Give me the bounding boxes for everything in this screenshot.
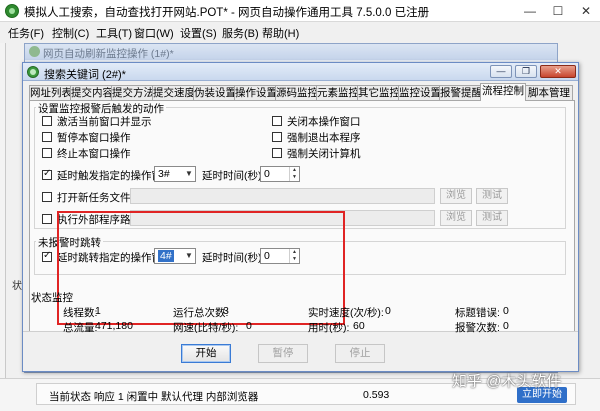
force-shutdown-checkbox[interactable] <box>272 148 282 158</box>
task-file-browse-button[interactable]: 浏览 <box>440 188 472 204</box>
background-side-label: 状 <box>12 281 22 292</box>
menu-control[interactable]: 控制(C) <box>52 25 89 41</box>
activate-window-checkbox[interactable] <box>42 116 52 126</box>
tab-url-list[interactable]: 网址列表 <box>29 85 72 100</box>
dialog-title-bar: 搜索关键词 (2#)* — ❐ ✕ <box>23 63 578 81</box>
trigger-delay-label: 延时时间(秒): <box>202 170 265 182</box>
stat-time-value: 60 <box>353 320 365 332</box>
tab-element-monitor[interactable]: 元素监控 <box>316 85 359 100</box>
open-task-file-checkbox[interactable] <box>42 192 52 202</box>
status-text: 当前状态 响应 1 闲置中 默认代理 内部浏览器 <box>49 391 259 403</box>
force-exit-checkbox[interactable] <box>272 132 282 142</box>
program-browse-button[interactable]: 浏览 <box>440 210 472 226</box>
tab-submit-content[interactable]: 提交内容 <box>70 85 113 100</box>
main-title-bar: 模拟人工搜索，自动查找打开网站.POT* - 网页自动操作通用工具 7.5.0.… <box>0 0 600 22</box>
dialog-app-icon <box>27 66 39 78</box>
background-window-icon <box>29 46 40 57</box>
stat-runs-label: 运行总次数: <box>173 307 229 319</box>
open-task-file-label: 打开新任务文件 <box>57 192 131 204</box>
menu-tools[interactable]: 工具(T) <box>96 25 132 41</box>
tab-other-monitor[interactable]: 其它监控 <box>357 85 400 100</box>
menu-help[interactable]: 帮助(H) <box>262 25 299 41</box>
close-window-label: 关闭本操作窗口 <box>287 116 361 128</box>
trigger-window-value: 3# <box>158 168 170 180</box>
background-window-title-bar: 网页自动刷新监控操作 (1#)* <box>25 44 557 60</box>
background-window-title: 网页自动刷新监控操作 (1#)* <box>43 48 174 60</box>
stat-runs-value: 3 <box>223 305 229 317</box>
tab-alarm[interactable]: 报警提醒 <box>439 85 482 100</box>
run-program-checkbox[interactable] <box>42 214 52 224</box>
minimize-icon[interactable]: — <box>516 0 544 22</box>
stat-threads-label: 线程数: <box>63 307 98 319</box>
menu-bar: 任务(F) 控制(C) 工具(T) 窗口(W) 设置(S) 服务(B) 帮助(H… <box>0 22 600 42</box>
tab-bar: 网址列表 提交内容 提交方法 提交速度 伪装设置 操作设置 源码监控 元素监控 … <box>29 83 575 101</box>
main-window: 模拟人工搜索，自动查找打开网站.POT* - 网页自动操作通用工具 7.5.0.… <box>0 0 600 411</box>
stat-threads-value: 1 <box>95 305 101 317</box>
stop-window-label: 终止本窗口操作 <box>57 148 131 160</box>
menu-task[interactable]: 任务(F) <box>8 25 44 41</box>
dialog-minimize-icon[interactable]: — <box>490 65 512 78</box>
app-logo-icon <box>5 4 19 18</box>
dialog-title: 搜索关键词 (2#)* <box>44 69 126 81</box>
tab-monitor-settings[interactable]: 监控设置 <box>398 85 441 100</box>
status-monitor-title: 状态监控 <box>31 292 73 304</box>
stat-alarm-count-value: 0 <box>503 320 509 332</box>
tab-operation[interactable]: 操作设置 <box>234 85 277 100</box>
delay-jump-checkbox[interactable] <box>42 250 52 262</box>
force-exit-label: 强制退出本程序 <box>287 132 361 144</box>
dialog-restore-icon[interactable]: ❐ <box>515 65 537 78</box>
close-window-checkbox[interactable] <box>272 116 282 126</box>
stat-netspeed-value: 0 <box>246 320 252 332</box>
menu-window[interactable]: 窗口(W) <box>134 25 174 41</box>
trigger-window-select[interactable]: 3# ▼ <box>154 166 196 182</box>
stop-window-checkbox[interactable] <box>42 148 52 158</box>
tab-disguise[interactable]: 伪装设置 <box>193 85 236 100</box>
tab-flow-control[interactable]: 流程控制 <box>480 83 526 101</box>
close-icon[interactable]: ✕ <box>572 0 600 22</box>
stat-alarm-count-label: 报警次数: <box>455 322 500 334</box>
tab-script[interactable]: 脚本管理 <box>525 85 573 100</box>
stat-netspeed-label: 网速(比特/秒): <box>173 322 239 334</box>
force-shutdown-label: 强制关闭计算机 <box>287 148 361 160</box>
search-keyword-dialog: 搜索关键词 (2#)* — ❐ ✕ 网址列表 提交内容 提交方法 提交速度 伪装… <box>22 62 579 372</box>
stat-title-error-label: 标题错误: <box>455 307 500 319</box>
task-file-test-button[interactable]: 测试 <box>476 188 508 204</box>
status-value: 0.593 <box>363 389 390 401</box>
stop-button[interactable]: 停止 <box>335 344 385 363</box>
dialog-close-icon[interactable]: ✕ <box>540 65 576 78</box>
window-title: 模拟人工搜索，自动查找打开网站.POT* - 网页自动操作通用工具 7.5.0.… <box>24 7 430 19</box>
stat-traffic-value: 471,180 <box>95 320 133 332</box>
task-file-path-field[interactable] <box>130 188 435 204</box>
delay-trigger-checkbox[interactable] <box>42 168 52 180</box>
tab-submit-method[interactable]: 提交方法 <box>111 85 154 100</box>
chevron-down-icon: ▼ <box>185 169 193 178</box>
stat-time-label: 用时(秒): <box>308 322 350 334</box>
watermark: 知乎 @木头软件 <box>452 373 562 390</box>
trigger-delay-value: 0 <box>264 168 270 180</box>
pause-window-checkbox[interactable] <box>42 132 52 142</box>
maximize-icon[interactable]: ☐ <box>544 0 572 22</box>
program-test-button[interactable]: 测试 <box>476 210 508 226</box>
start-button[interactable]: 开始 <box>181 344 231 363</box>
menu-service[interactable]: 服务(B) <box>222 25 259 41</box>
stat-traffic-label: 总流量: <box>63 322 98 334</box>
trigger-delay-spinner[interactable]: 0 ▲ ▼ <box>260 166 300 182</box>
left-strip <box>0 43 6 378</box>
stat-speed-value: 0 <box>385 305 391 317</box>
spin-arrows-icon[interactable]: ▲ ▼ <box>289 167 299 181</box>
menu-settings[interactable]: 设置(S) <box>180 25 217 41</box>
tab-source-monitor[interactable]: 源码监控 <box>275 85 318 100</box>
pause-window-label: 暂停本窗口操作 <box>57 132 131 144</box>
tab-submit-speed[interactable]: 提交速度 <box>152 85 195 100</box>
stat-speed-label: 实时速度(次/秒): <box>308 307 384 319</box>
stat-title-error-value: 0 <box>503 305 509 317</box>
activate-window-label: 激活当前窗口并显示 <box>57 116 152 128</box>
pause-button[interactable]: 暂停 <box>258 344 308 363</box>
